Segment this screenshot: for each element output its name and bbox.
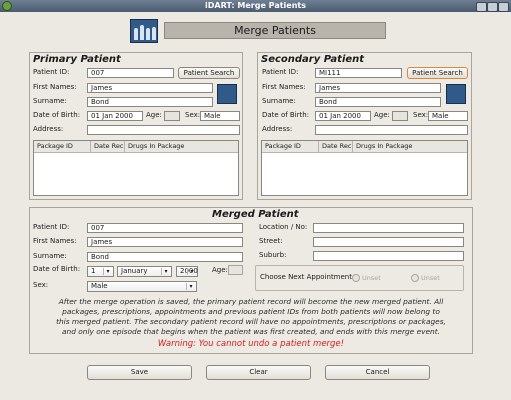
secondary-first-names-field[interactable]: James [315,83,441,93]
merged-age-label: Age: [212,266,228,274]
primary-address-label: Address: [33,125,64,133]
merged-patient-id-field[interactable]: 007 [87,223,243,233]
merged-first-names-field[interactable]: James [87,237,243,247]
column-header-package-id[interactable]: Package ID [262,141,319,152]
merged-location-label: Location / No: [259,223,308,231]
merged-surname-label: Surname: [33,252,67,260]
primary-first-names-label: First Names: [33,83,77,91]
merged-location-field[interactable] [313,223,464,233]
merged-street-label: Street: [259,237,283,245]
secondary-packages-table[interactable]: Package ID Date Rec Drugs In Package [261,140,468,196]
secondary-age-label: Age: [374,111,390,119]
secondary-address-label: Address: [262,125,293,133]
column-header-package-id[interactable]: Package ID [34,141,91,152]
secondary-dob-field[interactable]: 01 Jan 2000 [315,111,371,121]
primary-patient-title: Primary Patient [33,54,121,65]
appointment-option-2-label: Unset [421,274,440,282]
cancel-button[interactable]: Cancel [325,365,430,380]
merged-sex-select[interactable]: Male ▾ [87,281,197,292]
appointment-option-1-label: Unset [362,274,381,282]
primary-sex-field[interactable]: Male [200,111,240,121]
primary-dob-label: Date of Birth: [33,111,81,119]
appointment-label: Choose Next Appointment: [260,273,355,281]
merge-note: After the merge operation is saved, the … [56,297,446,336]
window-title: iDART: Merge Patients [205,1,306,10]
secondary-sex-field[interactable]: Male [428,111,468,121]
primary-address-field[interactable] [87,125,240,135]
merged-suburb-field[interactable] [313,251,464,261]
merged-dob-label: Date of Birth: [33,265,81,273]
primary-sex-label: Sex: [185,111,201,119]
chevron-down-icon: ▾ [187,268,196,275]
merged-suburb-label: Suburb: [259,251,287,259]
secondary-surname-field[interactable]: Bond [315,97,441,107]
save-button[interactable]: Save [87,365,192,380]
secondary-patient-details-icon[interactable] [446,84,466,104]
primary-age-field[interactable] [164,111,180,121]
merged-dob-month-select[interactable]: January ▾ [117,266,172,277]
warning-text: Warning: You cannot undo a patient merge… [157,339,345,349]
close-icon[interactable] [498,2,509,12]
merged-patient-id-label: Patient ID: [33,223,70,231]
primary-packages-table[interactable]: Package ID Date Rec Drugs In Package [33,140,239,196]
secondary-patient-search-button[interactable]: Patient Search [407,67,468,79]
merged-dob-month-value: January [121,267,148,275]
secondary-address-field[interactable] [315,125,468,135]
chevron-down-icon: ▾ [161,268,170,275]
secondary-sex-label: Sex: [413,111,429,119]
merged-sex-label: Sex: [33,281,49,289]
maximize-icon[interactable] [487,2,498,12]
chevron-down-icon: ▾ [103,268,112,275]
patients-logo-icon [130,19,158,43]
secondary-patient-title: Secondary Patient [261,54,365,65]
merged-surname-field[interactable]: Bond [87,252,243,262]
secondary-first-names-label: First Names: [262,83,306,91]
merged-dob-day-select[interactable]: 1 ▾ [87,266,114,277]
merged-patient-title: Merged Patient [212,209,299,220]
primary-patient-search-button[interactable]: Patient Search [178,67,240,79]
column-header-date-rec[interactable]: Date Rec [319,141,353,152]
chevron-down-icon: ▾ [186,283,195,290]
column-header-drugs-in-package[interactable]: Drugs In Package [125,141,238,152]
clear-button[interactable]: Clear [206,365,311,380]
merged-age-field[interactable] [228,265,243,275]
merged-street-field[interactable] [313,237,464,247]
appointment-radio-2[interactable] [411,274,419,282]
secondary-patient-id-field[interactable]: MI111 [315,68,402,78]
minimize-icon[interactable] [476,2,487,12]
primary-patient-id-label: Patient ID: [33,68,70,76]
secondary-surname-label: Surname: [262,97,296,105]
column-header-drugs-in-package[interactable]: Drugs In Package [353,141,467,152]
primary-surname-field[interactable]: Bond [87,97,213,107]
primary-patient-details-icon[interactable] [217,84,237,104]
merged-dob-year-select[interactable]: 2000 ▾ [176,266,198,277]
primary-age-label: Age: [146,111,162,119]
column-header-date-rec[interactable]: Date Rec [91,141,125,152]
merged-dob-day-value: 1 [91,267,96,275]
secondary-age-field[interactable] [392,111,408,121]
secondary-patient-id-label: Patient ID: [262,68,299,76]
window-titlebar: iDART: Merge Patients [0,0,511,12]
primary-patient-id-field[interactable]: 007 [87,68,174,78]
appointment-radio-1[interactable] [352,274,360,282]
primary-surname-label: Surname: [33,97,67,105]
merged-sex-value: Male [91,282,108,290]
secondary-dob-label: Date of Birth: [262,111,310,119]
page-title: Merge Patients [164,22,386,39]
primary-dob-field[interactable]: 01 Jan 2000 [87,111,143,121]
merged-first-names-label: First Names: [33,237,77,245]
primary-first-names-field[interactable]: James [87,83,213,93]
